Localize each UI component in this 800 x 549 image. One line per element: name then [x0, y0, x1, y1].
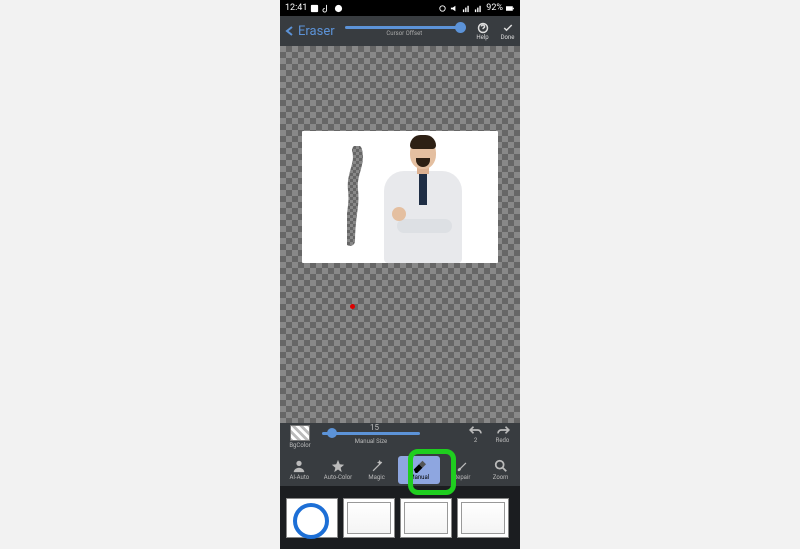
undo-icon	[469, 425, 483, 435]
undo-count: 2	[463, 437, 488, 444]
signal-icon-2	[474, 4, 483, 13]
thumbnail[interactable]	[457, 498, 509, 538]
status-time: 12:41	[285, 3, 307, 13]
redo-button[interactable]: Redo	[490, 425, 515, 444]
image-layer	[302, 131, 498, 263]
tool-auto-color[interactable]: Auto-Color	[321, 459, 355, 481]
thumbnail-strip	[280, 486, 520, 549]
back-label: Eraser	[298, 24, 335, 39]
tool-label: Repair	[453, 474, 470, 481]
done-button[interactable]: Done	[495, 22, 520, 41]
gallery-icon	[310, 4, 319, 13]
tool-label: Manual	[409, 474, 429, 481]
done-label: Done	[501, 34, 515, 41]
erase-stroke	[347, 146, 367, 246]
mute-icon	[450, 4, 459, 13]
phone-frame: 12:41 92% Eraser Cursor Offs	[280, 0, 520, 537]
cursor-offset-slider[interactable]: Cursor Offset	[345, 26, 464, 37]
thumbnail[interactable]	[400, 498, 452, 538]
status-battery: 92%	[486, 3, 503, 13]
size-slider[interactable]: Manual Size	[322, 425, 420, 445]
brush-icon	[455, 459, 469, 473]
checker-icon	[290, 425, 310, 441]
help-label: Help	[476, 34, 488, 41]
tool-label: Zoom	[493, 474, 509, 481]
messenger-icon	[334, 4, 343, 13]
redo-label: Redo	[490, 437, 515, 444]
bgcolor-label: BgColor	[285, 442, 315, 449]
star-icon	[331, 459, 345, 473]
redo-icon	[496, 425, 510, 435]
eraser-icon	[412, 459, 426, 473]
bgcolor-button[interactable]: BgColor	[285, 425, 315, 449]
tool-label: Auto-Color	[324, 474, 352, 481]
help-button[interactable]: Help	[470, 22, 495, 41]
app-header: Eraser Cursor Offset Help Done	[280, 16, 520, 46]
status-bar: 12:41 92%	[280, 0, 520, 16]
size-bar: BgColor 15 Manual Size 2 Redo	[280, 423, 520, 453]
cursor-offset-label: Cursor Offset	[386, 30, 422, 37]
thumbnail[interactable]	[343, 498, 395, 538]
signal-icon	[462, 4, 471, 13]
check-icon	[502, 22, 514, 34]
tool-label: AI-Auto	[289, 474, 309, 481]
arrow-left-icon	[284, 25, 296, 37]
tool-zoom[interactable]: Zoom	[484, 459, 518, 481]
tiktok-icon	[322, 4, 331, 13]
help-icon	[477, 22, 489, 34]
cursor-dot	[350, 304, 355, 309]
back-button[interactable]: Eraser	[280, 24, 339, 39]
battery-icon	[506, 4, 515, 13]
person-icon	[292, 459, 306, 473]
alarm-icon	[438, 4, 447, 13]
tool-magic[interactable]: Magic	[360, 459, 394, 481]
wand-icon	[370, 459, 384, 473]
thumbnail[interactable]	[286, 498, 338, 538]
search-icon	[494, 459, 508, 473]
tool-manual[interactable]: Manual	[398, 456, 440, 484]
editor-canvas[interactable]	[280, 46, 520, 423]
size-label: Manual Size	[322, 438, 420, 445]
tool-ai-auto[interactable]: AI-Auto	[282, 459, 316, 481]
tool-repair[interactable]: Repair	[445, 459, 479, 481]
undo-button[interactable]: 2	[463, 425, 488, 444]
tool-bar: AI-Auto Auto-Color Magic Manual Repair Z…	[280, 453, 520, 486]
tool-label: Magic	[368, 474, 384, 481]
